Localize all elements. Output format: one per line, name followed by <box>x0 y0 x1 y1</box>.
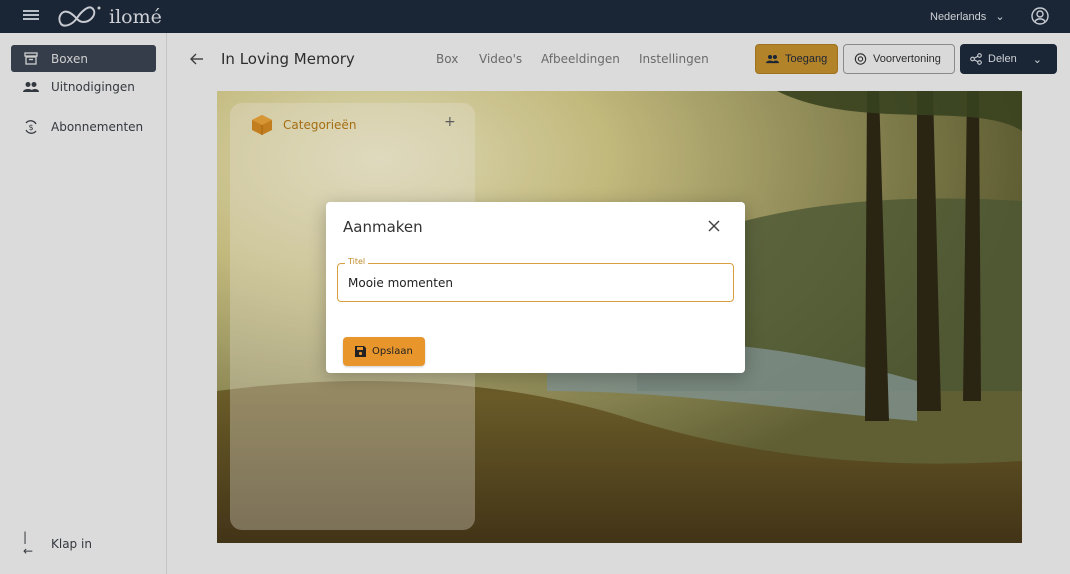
dialog-title: Aanmaken <box>343 218 423 236</box>
save-button-label: Opslaan <box>372 346 413 357</box>
close-icon[interactable] <box>708 220 720 232</box>
title-input[interactable] <box>338 264 733 301</box>
title-field: Titel <box>337 257 734 302</box>
create-dialog: Aanmaken Titel Opslaan <box>326 202 745 373</box>
floppy-disk-icon <box>355 346 366 357</box>
save-button[interactable]: Opslaan <box>343 337 425 366</box>
